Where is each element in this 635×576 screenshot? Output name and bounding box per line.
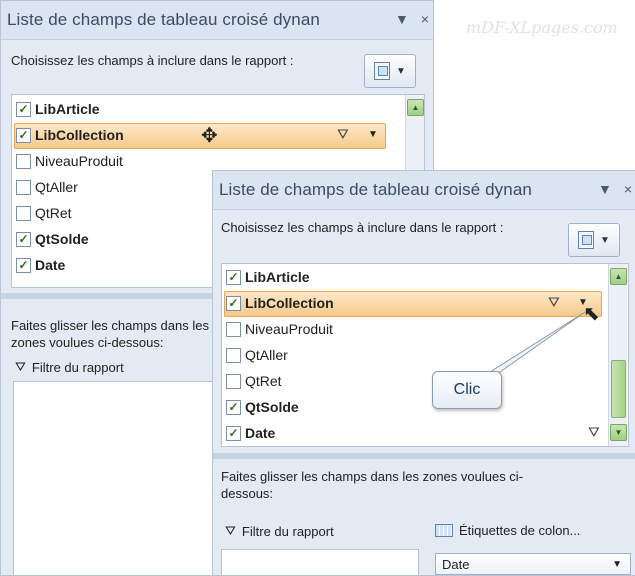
field-label: LibCollection xyxy=(245,295,334,311)
checkbox[interactable]: ✓ xyxy=(226,399,241,415)
report-filter-text: Filtre du rapport xyxy=(31,359,124,375)
field-label: Date xyxy=(245,425,276,441)
checkbox[interactable]: ✓ xyxy=(16,231,31,247)
filter-icon: ⛛ xyxy=(588,424,600,440)
filter-icon: ⛛ xyxy=(225,523,236,538)
scroll-down-icon[interactable]: ▼ xyxy=(610,424,627,441)
field-label: NiveauProduit xyxy=(245,321,333,337)
field-list: ✓ LibArticle ✓ LibCollection ⛛ ▼ NiveauP… xyxy=(221,263,629,447)
checkbox[interactable] xyxy=(226,321,241,337)
close-icon[interactable]: × xyxy=(421,11,429,27)
scrollbar-thumb[interactable] xyxy=(611,360,626,418)
filter-icon: ⛛ xyxy=(337,126,349,142)
click-callout: Clic xyxy=(432,371,502,409)
close-icon[interactable]: × xyxy=(624,181,632,197)
layout-icon xyxy=(374,62,391,80)
field-label: QtRet xyxy=(245,373,282,389)
layout-options-button[interactable]: ▼ xyxy=(568,223,620,257)
column-labels-icon xyxy=(435,524,453,537)
panel-title-bar[interactable]: Liste de champs de tableau croisé dynan … xyxy=(1,1,433,40)
watermark: mDF-XLpages.com xyxy=(466,18,618,37)
field-label: NiveauProduit xyxy=(35,153,123,169)
checkbox[interactable] xyxy=(16,179,31,195)
field-item-libcollection[interactable]: ✓ LibCollection xyxy=(16,123,124,147)
field-item-libarticle[interactable]: ✓ LibArticle xyxy=(16,97,100,121)
choose-fields-instructions: Choisissez les champs à inclure dans le … xyxy=(11,53,294,68)
move-cursor-icon: ✥ xyxy=(201,125,218,147)
column-labels-label: Étiquettes de colon... xyxy=(435,523,580,538)
drag-fields-instructions: Faites glisser les champs dans les zones… xyxy=(11,318,209,350)
field-item-qtaller[interactable]: QtAller xyxy=(226,343,288,367)
scroll-up-icon[interactable]: ▲ xyxy=(407,99,424,116)
chevron-down-icon[interactable]: ▼ xyxy=(612,559,622,570)
checkbox[interactable] xyxy=(16,153,31,169)
field-dropdown-arrow-icon[interactable]: ▼ xyxy=(368,129,378,140)
report-filter-area[interactable] xyxy=(13,381,215,575)
field-label: QtAller xyxy=(35,179,78,195)
column-labels-text: Étiquettes de colon... xyxy=(459,523,581,538)
field-item-qtsolde[interactable]: ✓ QtSolde xyxy=(226,395,299,419)
field-item-niveauproduit[interactable]: NiveauProduit xyxy=(16,149,123,173)
column-field-date[interactable]: Date ▼ xyxy=(435,553,631,575)
layout-options-button[interactable]: ▼ xyxy=(364,54,416,88)
field-item-qtret[interactable]: QtRet xyxy=(226,369,282,393)
checkbox[interactable] xyxy=(16,205,31,221)
splitter[interactable] xyxy=(213,453,635,459)
field-label: Date xyxy=(35,257,66,273)
chevron-down-icon: ▼ xyxy=(396,65,406,77)
checkbox[interactable]: ✓ xyxy=(16,101,31,117)
checkbox[interactable]: ✓ xyxy=(226,295,241,311)
pointer-cursor-icon: ⬉ xyxy=(583,303,600,325)
checkbox[interactable] xyxy=(226,373,241,389)
field-label: LibArticle xyxy=(35,101,100,117)
field-label: LibArticle xyxy=(245,269,310,285)
field-label: QtAller xyxy=(245,347,288,363)
field-list-scrollbar[interactable]: ▲ ▼ xyxy=(608,264,627,446)
field-item-niveauproduit[interactable]: NiveauProduit xyxy=(226,317,333,341)
panel-options-dropdown-icon[interactable]: ▼ xyxy=(395,11,409,27)
field-item-libcollection[interactable]: ✓ LibCollection xyxy=(226,291,334,315)
field-item-libarticle[interactable]: ✓ LibArticle xyxy=(226,265,310,289)
field-item-date[interactable]: ✓ Date xyxy=(226,421,275,445)
report-filter-label: ⛛ Filtre du rapport xyxy=(15,359,124,375)
field-item-qtret[interactable]: QtRet xyxy=(16,201,72,225)
drag-fields-instructions: Faites glisser les champs dans les zones… xyxy=(221,469,524,501)
pivot-field-list-panel-front: Liste de champs de tableau croisé dynan … xyxy=(212,170,635,576)
field-label: QtSolde xyxy=(245,399,299,415)
filter-icon: ⛛ xyxy=(15,359,26,374)
checkbox[interactable] xyxy=(226,347,241,363)
checkbox[interactable]: ✓ xyxy=(226,269,241,285)
layout-icon xyxy=(578,231,595,249)
field-item-date[interactable]: ✓ Date xyxy=(16,253,65,277)
report-filter-text: Filtre du rapport xyxy=(241,523,334,539)
chevron-down-icon: ▼ xyxy=(600,234,610,246)
field-label: QtSolde xyxy=(35,231,89,247)
panel-title: Liste de champs de tableau croisé dynan xyxy=(219,180,532,199)
panel-title-bar[interactable]: Liste de champs de tableau croisé dynan … xyxy=(213,171,635,210)
report-filter-label: ⛛ Filtre du rapport xyxy=(225,523,334,539)
choose-fields-instructions: Choisissez les champs à inclure dans le … xyxy=(221,220,504,235)
checkbox[interactable]: ✓ xyxy=(226,425,241,441)
filter-icon: ⛛ xyxy=(548,294,560,310)
checkbox[interactable]: ✓ xyxy=(16,257,31,273)
field-item-qtaller[interactable]: QtAller xyxy=(16,175,78,199)
checkbox[interactable]: ✓ xyxy=(16,127,31,143)
panel-title: Liste de champs de tableau croisé dynan xyxy=(7,10,320,29)
field-item-qtsolde[interactable]: ✓ QtSolde xyxy=(16,227,89,251)
field-label: LibCollection xyxy=(35,127,124,143)
scroll-up-icon[interactable]: ▲ xyxy=(610,268,627,285)
column-field-label: Date xyxy=(442,556,470,572)
field-label: QtRet xyxy=(35,205,72,221)
panel-options-dropdown-icon[interactable]: ▼ xyxy=(598,181,612,197)
report-filter-area[interactable] xyxy=(221,549,419,575)
